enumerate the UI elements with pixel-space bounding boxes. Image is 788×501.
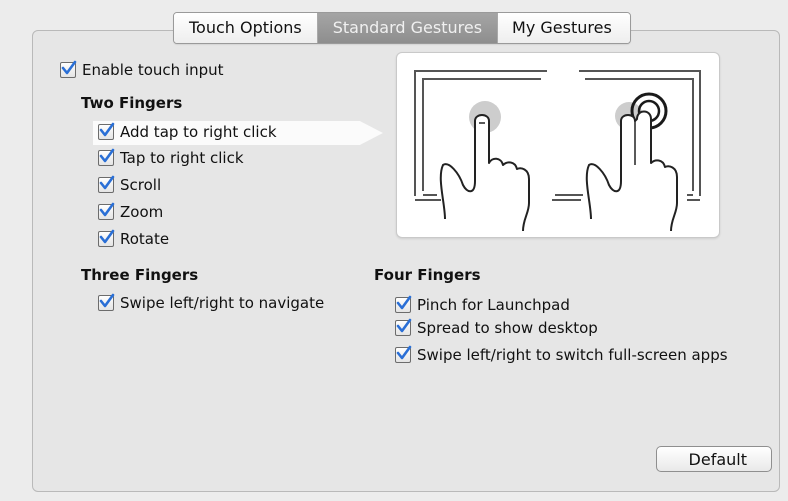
checkbox-checked-icon bbox=[395, 345, 412, 363]
gesture-preview bbox=[396, 52, 720, 238]
tap-right-click-label: Tap to right click bbox=[120, 149, 244, 167]
tab-touch-options[interactable]: Touch Options bbox=[174, 13, 318, 43]
checkbox-checked-icon bbox=[98, 229, 115, 247]
checkbox-checked-icon bbox=[98, 202, 115, 220]
scroll-label: Scroll bbox=[120, 176, 162, 194]
checkbox-checked-icon bbox=[98, 148, 115, 166]
rotate-checkbox[interactable]: Rotate bbox=[98, 229, 170, 248]
checkbox-checked-icon bbox=[98, 175, 115, 193]
default-button[interactable]: Default bbox=[656, 446, 772, 472]
two-finger-tap-gesture-icon bbox=[414, 70, 701, 232]
zoom-checkbox[interactable]: Zoom bbox=[98, 202, 164, 221]
spread-desktop-checkbox[interactable]: Spread to show desktop bbox=[395, 318, 598, 337]
swipe-navigate-label: Swipe left/right to navigate bbox=[120, 294, 325, 312]
four-fingers-heading: Four Fingers bbox=[374, 266, 481, 284]
swipe-navigate-checkbox[interactable]: Swipe left/right to navigate bbox=[98, 293, 325, 312]
swipe-fullscreen-label: Swipe left/right to switch full-screen a… bbox=[417, 346, 728, 364]
checkbox-checked-icon bbox=[395, 295, 412, 313]
tab-standard-gestures[interactable]: Standard Gestures bbox=[317, 13, 499, 43]
spread-desktop-label: Spread to show desktop bbox=[417, 319, 598, 337]
tab-my-gestures[interactable]: My Gestures bbox=[498, 13, 630, 43]
checkbox-checked-icon bbox=[395, 318, 412, 336]
tab-bar: Touch Options Standard Gestures My Gestu… bbox=[173, 12, 631, 44]
enable-touch-checkbox[interactable]: Enable touch input bbox=[60, 60, 224, 79]
zoom-label: Zoom bbox=[120, 203, 164, 221]
three-fingers-heading: Three Fingers bbox=[81, 266, 199, 284]
two-fingers-heading: Two Fingers bbox=[81, 94, 183, 112]
rotate-label: Rotate bbox=[120, 230, 170, 248]
add-tap-right-click-checkbox[interactable]: Add tap to right click bbox=[98, 122, 277, 141]
pinch-launchpad-checkbox[interactable]: Pinch for Launchpad bbox=[395, 295, 570, 314]
enable-touch-label: Enable touch input bbox=[82, 61, 224, 79]
checkbox-checked-icon bbox=[98, 293, 115, 311]
checkbox-checked-icon bbox=[98, 122, 115, 140]
scroll-checkbox[interactable]: Scroll bbox=[98, 175, 162, 194]
swipe-fullscreen-checkbox[interactable]: Swipe left/right to switch full-screen a… bbox=[395, 345, 728, 364]
pinch-launchpad-label: Pinch for Launchpad bbox=[417, 296, 570, 314]
tap-right-click-checkbox[interactable]: Tap to right click bbox=[98, 148, 244, 167]
add-tap-right-click-label: Add tap to right click bbox=[120, 123, 277, 141]
checkbox-checked-icon bbox=[60, 60, 77, 78]
